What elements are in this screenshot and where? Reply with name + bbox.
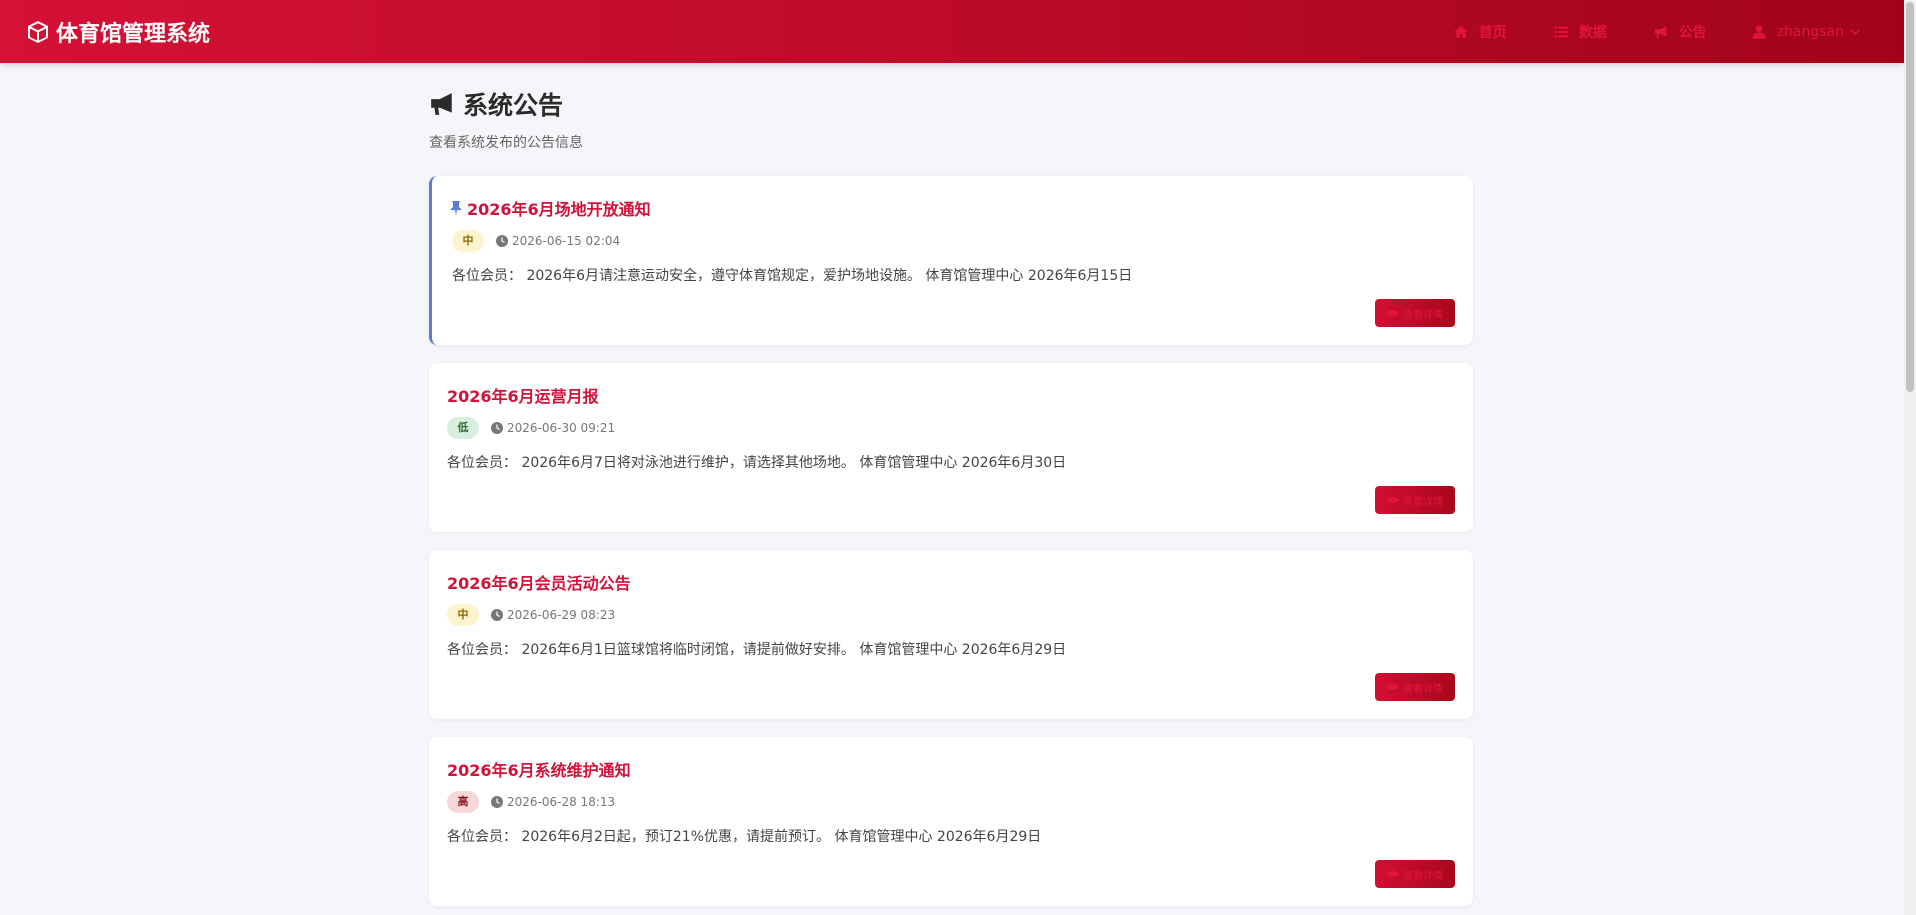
list-icon [1554, 26, 1568, 37]
notice-title-text: 2026年6月运营月报 [447, 387, 599, 406]
nav-item-home[interactable]: 首页 [1453, 22, 1507, 42]
clock-icon [496, 235, 508, 247]
home-icon [1454, 25, 1468, 38]
page-subtitle: 查看系统发布的公告信息 [429, 135, 583, 151]
notice-meta: 高 2026-06-28 18:13 [447, 791, 615, 813]
clock-icon [491, 796, 503, 808]
user-name: zhangsan [1776, 23, 1844, 40]
notice-meta: 中 2026-06-15 02:04 [452, 230, 620, 252]
nav-item-label: 公告 [1678, 24, 1707, 41]
eye-icon [1387, 497, 1399, 503]
scrollbar-thumb[interactable] [1906, 2, 1914, 392]
clock-icon [491, 609, 503, 621]
user-menu[interactable]: zhangsan [1751, 24, 1860, 40]
nav-item-data[interactable]: 数据 [1553, 22, 1607, 42]
nav-item-notice[interactable]: 公告 [1653, 22, 1707, 42]
pin-icon [450, 201, 462, 216]
notice-content: 各位会员： 2026年6月2日起，预订21%优惠，请提前预订。 体育馆管理中心 … [447, 829, 1042, 845]
nav-item-label: 数据 [1578, 24, 1607, 41]
notice-card: 2026年6月系统维护通知 高 2026-06-28 18:13 各位会员： 2… [429, 737, 1473, 906]
user-icon [1752, 24, 1766, 39]
eye-icon [1387, 871, 1399, 877]
notice-content: 各位会员： 2026年6月请注意运动安全，遵守体育馆规定，爱护场地设施。 体育馆… [452, 268, 1133, 284]
view-detail-button[interactable]: 查看详情 [1375, 486, 1455, 514]
view-detail-label: 查看详情 [1403, 683, 1443, 695]
notice-card: 2026年6月场地开放通知 中 2026-06-15 02:04 各位会员： 2… [429, 176, 1473, 345]
priority-badge: 低 [447, 417, 479, 439]
notice-title[interactable]: 2026年6月场地开放通知 [449, 196, 651, 220]
view-detail-button[interactable]: 查看详情 [1375, 299, 1455, 327]
eye-icon [1387, 310, 1399, 316]
notice-time: 2026-06-15 02:04 [496, 234, 620, 248]
view-detail-button[interactable]: 查看详情 [1375, 673, 1455, 701]
notice-card: 2026年6月会员活动公告 中 2026-06-29 08:23 各位会员： 2… [429, 550, 1473, 719]
notice-title[interactable]: 2026年6月运营月报 [447, 383, 599, 407]
nav-item-label: 首页 [1478, 24, 1507, 41]
notice-time-text: 2026-06-28 18:13 [507, 795, 616, 809]
notice-title[interactable]: 2026年6月系统维护通知 [447, 757, 631, 781]
notice-meta: 中 2026-06-29 08:23 [447, 604, 615, 626]
notice-time-text: 2026-06-30 09:21 [507, 421, 616, 435]
chevron-down-icon [1850, 28, 1860, 35]
notice-time: 2026-06-30 09:21 [491, 421, 615, 435]
priority-badge: 中 [452, 230, 484, 252]
notice-time-text: 2026-06-29 08:23 [507, 608, 616, 622]
view-detail-label: 查看详情 [1403, 870, 1443, 882]
cube-icon [28, 20, 48, 43]
notice-content: 各位会员： 2026年6月1日篮球馆将临时闭馆，请提前做好安排。 体育馆管理中心… [447, 642, 1067, 658]
navbar: 体育馆管理系统 首页 数据 公告 zhangsan [0, 0, 1904, 63]
notice-title-text: 2026年6月系统维护通知 [447, 761, 631, 780]
view-detail-label: 查看详情 [1403, 496, 1443, 508]
notice-time-text: 2026-06-15 02:04 [512, 234, 621, 248]
notice-title-text: 2026年6月场地开放通知 [467, 200, 651, 219]
notice-time: 2026-06-28 18:13 [491, 795, 615, 809]
brand-title: 体育馆管理系统 [56, 21, 211, 47]
megaphone-icon [1654, 25, 1667, 38]
megaphone-icon [431, 93, 452, 115]
priority-badge: 高 [447, 791, 479, 813]
notice-content: 各位会员： 2026年6月7日将对泳池进行维护，请选择其他场地。 体育馆管理中心… [447, 455, 1067, 471]
brand[interactable]: 体育馆管理系统 [26, 16, 210, 48]
page-title: 系统公告 [429, 86, 563, 122]
eye-icon [1387, 684, 1399, 690]
page-title-text: 系统公告 [463, 91, 564, 120]
page-scrollbar[interactable] [1904, 0, 1916, 915]
view-detail-button[interactable]: 查看详情 [1375, 860, 1455, 888]
notice-meta: 低 2026-06-30 09:21 [447, 417, 615, 439]
notice-time: 2026-06-29 08:23 [491, 608, 615, 622]
notice-title-text: 2026年6月会员活动公告 [447, 574, 631, 593]
notice-card: 2026年6月运营月报 低 2026-06-30 09:21 各位会员： 202… [429, 363, 1473, 532]
priority-badge: 中 [447, 604, 479, 626]
clock-icon [491, 422, 503, 434]
nav-menu: 首页 数据 公告 zhangsan [1407, 0, 1904, 63]
view-detail-label: 查看详情 [1403, 309, 1443, 321]
notice-title[interactable]: 2026年6月会员活动公告 [447, 570, 631, 594]
